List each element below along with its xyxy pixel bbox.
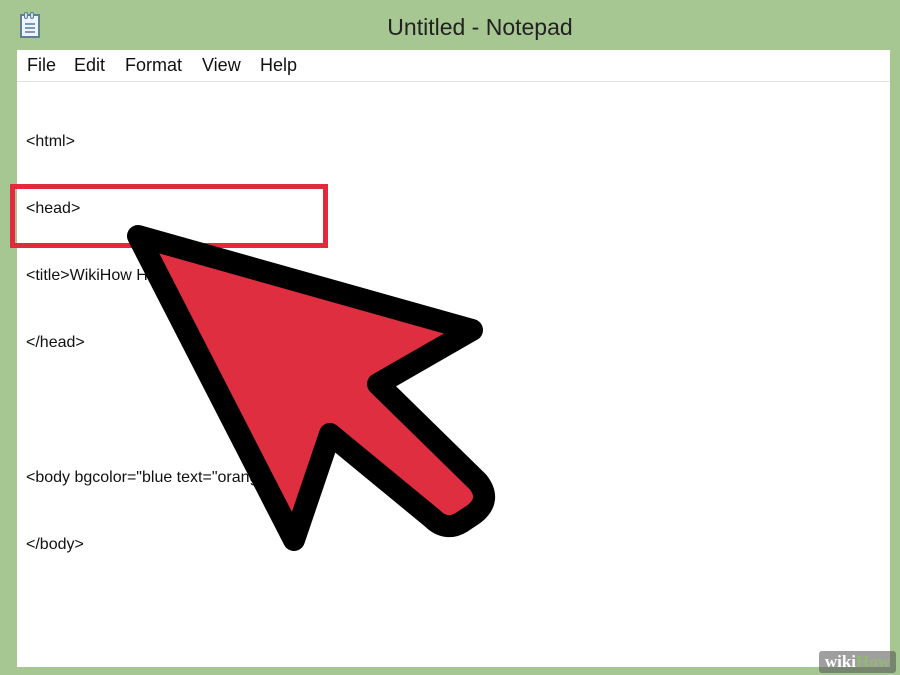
title-bar[interactable]: Untitled - Notepad (0, 0, 900, 50)
editor-content[interactable]: <html> <head> <title>WikiHow HTML</title… (26, 86, 880, 601)
text-editor[interactable]: <html> <head> <title>WikiHow HTML</title… (17, 82, 890, 667)
menu-edit[interactable]: Edit (74, 55, 105, 76)
menu-format[interactable]: Format (125, 55, 182, 76)
menu-view[interactable]: View (202, 55, 241, 76)
highlight-box (10, 184, 328, 248)
code-line: <html> (26, 132, 75, 150)
menu-file[interactable]: File (27, 55, 56, 76)
watermark-wiki: wiki (824, 652, 856, 671)
code-line: </head> (26, 334, 85, 352)
notepad-window: Untitled - Notepad File Edit Format View… (0, 0, 900, 675)
code-line: </body> (26, 536, 84, 554)
menu-bar: File Edit Format View Help (17, 50, 890, 82)
code-line: <title>WikiHow HTML</title> (26, 267, 228, 285)
wikihow-watermark: wikiHow (818, 651, 896, 673)
window-title: Untitled - Notepad (387, 14, 573, 40)
watermark-how: How (856, 652, 890, 671)
menu-help[interactable]: Help (260, 55, 297, 76)
code-line: <body bgcolor="blue text="orange"> (26, 468, 283, 486)
